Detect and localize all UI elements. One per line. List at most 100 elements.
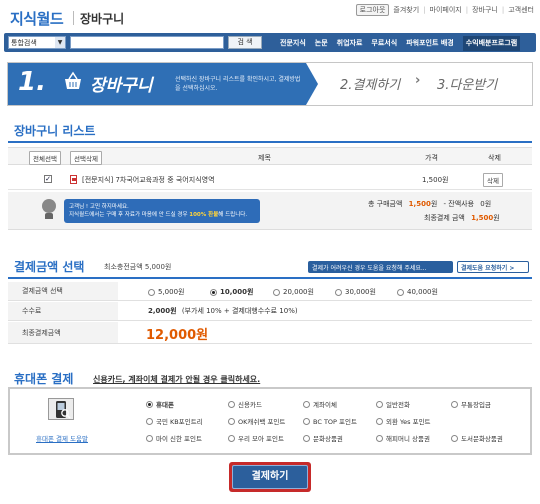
cart-item-checkbox[interactable]: ✓ — [44, 175, 52, 183]
method-text: 신용카드 — [238, 401, 262, 409]
method-text: 문화상품권 — [313, 435, 343, 443]
nav-item-revenue[interactable]: 수익배분프로그램 — [462, 36, 521, 51]
step-1-label: 장바구니 — [90, 76, 153, 96]
payment-help-banner[interactable]: 결제가 어려우신 경우 도움을 요청해 주세요... — [308, 261, 453, 273]
nav-item-expert[interactable]: 전문지식 — [280, 38, 306, 51]
customer-center-link[interactable]: 고객센터 — [508, 5, 534, 15]
method-phone[interactable]: 휴대폰 — [146, 399, 228, 409]
method-text: 외환 Yes 포인트 — [386, 418, 431, 426]
radio-selected-icon — [146, 400, 153, 408]
radio-icon — [303, 434, 310, 442]
phone-help-link[interactable]: 휴대폰 결제 도움말 — [36, 433, 88, 443]
amount-option-10000[interactable]: 10,000원 — [210, 287, 273, 297]
radio-icon — [146, 434, 153, 442]
pay-button[interactable]: 결제하기 — [232, 465, 308, 489]
search-input[interactable] — [70, 36, 224, 49]
chevron-down-icon: ▼ — [55, 37, 65, 48]
phone-section-subtitle[interactable]: 신용카드, 계좌이체 결제가 안될 경우 클릭하세요. — [93, 374, 260, 385]
payment-section-title: 결제금액 선택 — [14, 260, 85, 274]
amount-options: 5,000원 10,000원 20,000원 30,000원 40,000원 — [148, 287, 459, 297]
won-unit: 원 — [430, 200, 438, 208]
method-text: OK캐쉬백 포인트 — [238, 418, 286, 426]
final-payment-label: 최종결제금액 — [8, 322, 118, 343]
method-deposit[interactable]: 무통장입금 — [451, 399, 531, 409]
amount-text: 20,000원 — [283, 288, 314, 296]
method-yes-point[interactable]: 외환 Yes 포인트 — [376, 416, 451, 426]
method-text: BC TOP 포인트 — [313, 418, 357, 426]
method-happymoney[interactable]: 해피머니 상품권 — [376, 433, 451, 443]
method-kb-point[interactable]: 국민 KB포인트리 — [146, 416, 228, 426]
search-category-select[interactable]: 통합검색 ▼ — [8, 36, 66, 49]
method-text: 휴대폰 — [156, 401, 174, 409]
favorite-link[interactable]: 즐겨찾기 — [393, 5, 419, 15]
nav-item-forms[interactable]: 무료서식 — [371, 38, 397, 51]
phone-section-title: 휴대폰 결제 — [14, 372, 74, 386]
fee-value-line: 2,000원 (부가세 10% + 결제대행수수료 10%) — [148, 306, 298, 316]
nav-item-jobs[interactable]: 취업자료 — [337, 38, 363, 51]
notice-text-end: 해 드립니다. — [218, 212, 248, 218]
method-bank-transfer[interactable]: 계좌이체 — [303, 399, 376, 409]
amount-text: 10,000원 — [220, 288, 254, 296]
search-button[interactable]: 검 색 — [228, 36, 262, 49]
method-shinhan-point[interactable]: 마이 신한 포인트 — [146, 433, 228, 443]
total-value: 1,500 — [408, 200, 431, 208]
amount-option-30000[interactable]: 30,000원 — [335, 287, 397, 297]
refund-notice-line2: 지식월드에서는 구매 후 자료가 마음에 안 드실 경우 100% 환불해 드립… — [69, 211, 255, 219]
select-all-button[interactable]: 전체선택 — [29, 151, 61, 165]
divider: | — [465, 6, 469, 14]
amount-option-5000[interactable]: 5,000원 — [148, 287, 210, 297]
mypage-link[interactable]: 마이페이지 — [430, 5, 462, 15]
mascot-icon — [42, 199, 56, 213]
payment-help-button[interactable]: 결제도움 요청하기 > — [457, 261, 529, 273]
step-arrow-shape — [306, 63, 318, 105]
top-links: 로그아웃 즐겨찾기 | 마이페이지 | 장바구니 | 고객센터 — [355, 4, 534, 16]
radio-icon — [273, 288, 280, 296]
fee-note: (부가세 10% + 결제대행수수료 10%) — [181, 307, 298, 315]
pay-button-frame: 결제하기 — [229, 462, 311, 492]
section-divider — [8, 141, 532, 143]
radio-icon — [146, 417, 153, 425]
radio-icon — [228, 434, 235, 442]
nav-item-ppt[interactable]: 파워포인트 배경 — [406, 38, 454, 51]
method-bc-top[interactable]: BC TOP 포인트 — [303, 416, 376, 426]
page-title: 장바구니 — [80, 12, 125, 26]
basket-icon — [65, 71, 81, 89]
col-delete-header: 삭제 — [488, 154, 501, 162]
method-woori-point[interactable]: 우리 모아 포인트 — [228, 433, 303, 443]
amount-select-label: 결제금액 선택 — [8, 282, 118, 300]
chevron-right-icon: › — [415, 73, 421, 88]
amount-text: 5,000원 — [158, 288, 185, 296]
logout-link[interactable]: 로그아웃 — [355, 4, 390, 16]
amount-option-20000[interactable]: 20,000원 — [273, 287, 335, 297]
radio-icon — [335, 288, 342, 296]
refund-notice-line1: 고객님 ! 고민 하지마세요. — [69, 204, 129, 210]
cart-item-title[interactable]: [전문지식] 7차국어교육과정 중 국어지식영역 — [82, 175, 215, 185]
points-value: 0원 — [480, 200, 492, 208]
site-logo[interactable]: 지식월드 — [10, 8, 64, 29]
refund-highlight: 100% 환불 — [189, 212, 219, 218]
method-empty — [451, 416, 531, 426]
search-category-value: 통합검색 — [11, 39, 37, 47]
phone-icon — [56, 401, 71, 419]
cart-link[interactable]: 장바구니 — [472, 5, 498, 15]
radio-icon — [376, 417, 383, 425]
radio-icon — [303, 400, 310, 408]
method-landline[interactable]: 일반전화 — [376, 399, 451, 409]
delete-selected-button[interactable]: 선택삭제 — [70, 151, 102, 165]
method-text: 마이 신한 포인트 — [156, 435, 202, 443]
amount-option-40000[interactable]: 40,000원 — [397, 287, 459, 297]
radio-selected-icon — [210, 288, 217, 296]
method-book-voucher[interactable]: 도서문화상품권 — [451, 433, 531, 443]
step-1-description: 선택하신 장바구니 리스트를 확인하시고, 결제방법을 선택하십시오. — [175, 76, 301, 92]
total-label: 총 구매금액 — [368, 200, 403, 208]
method-okcashbag[interactable]: OK캐쉬백 포인트 — [228, 416, 303, 426]
final-payment-value: 12,000원 — [146, 328, 209, 343]
method-credit-card[interactable]: 신용카드 — [228, 399, 303, 409]
delete-item-button[interactable]: 삭제 — [483, 173, 503, 187]
nav-item-papers[interactable]: 논문 — [315, 38, 328, 51]
total-amount-line: 총 구매금액 1,500원 - 잔액사용 0원 — [368, 199, 491, 209]
method-culture-voucher[interactable]: 문화상품권 — [303, 433, 376, 443]
mascot-body — [45, 213, 53, 219]
radio-icon — [376, 400, 383, 408]
radio-icon — [451, 400, 458, 408]
